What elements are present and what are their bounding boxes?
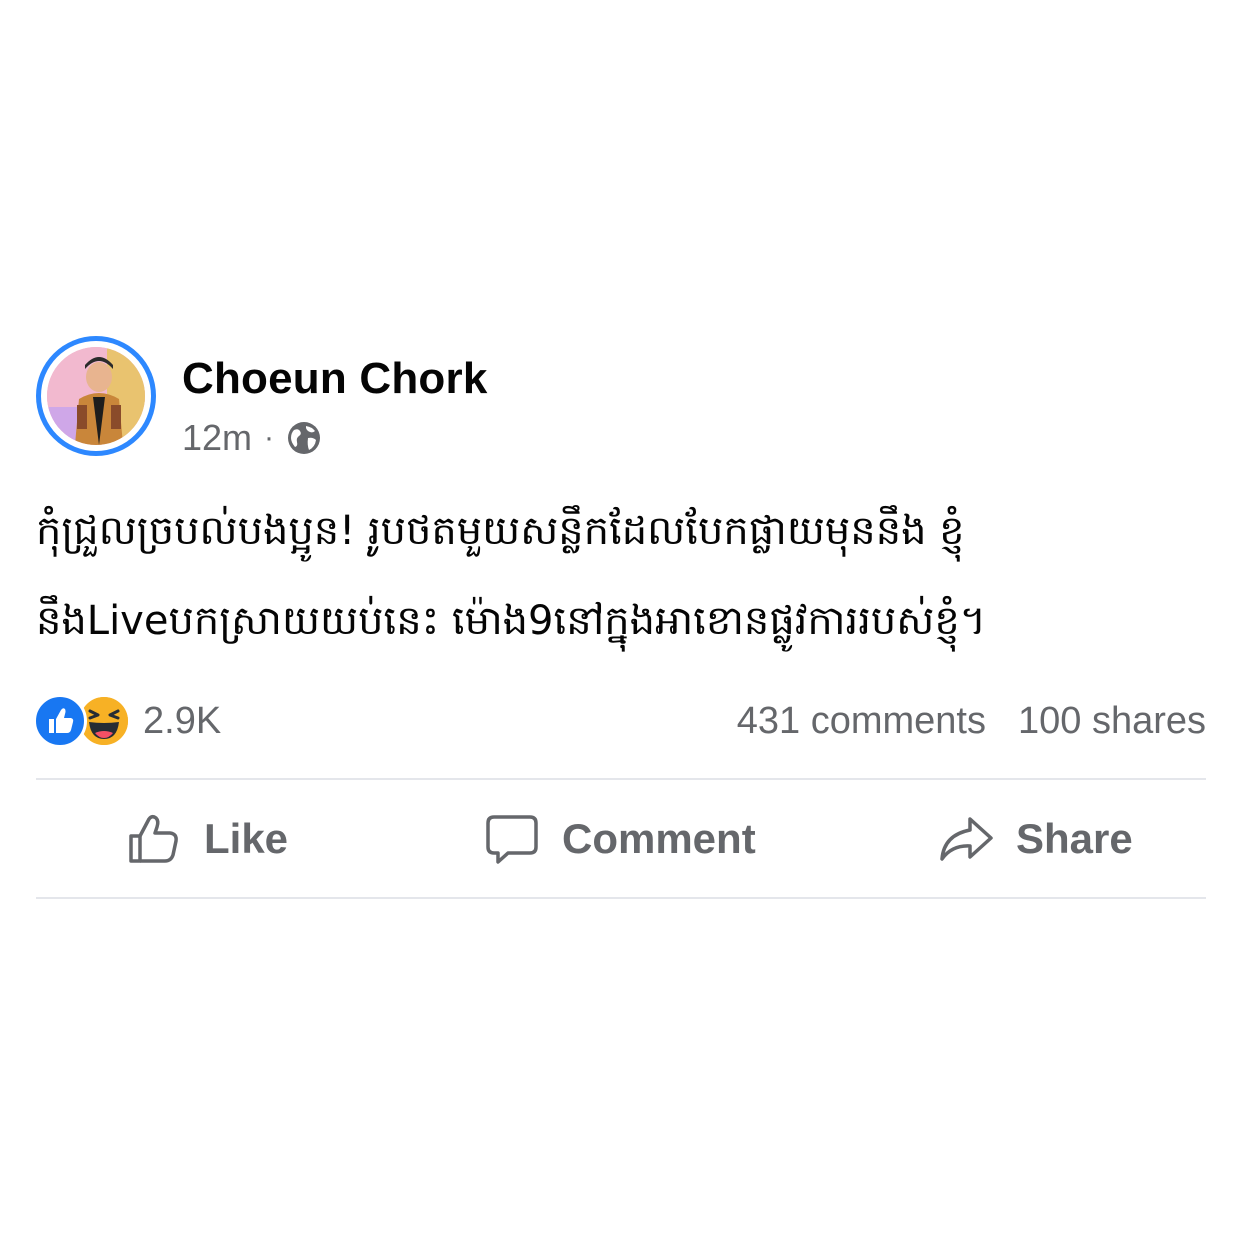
- comment-button[interactable]: Comment: [484, 780, 756, 897]
- facebook-post: Choeun Chork 12m · កុំជ្រួលច្របល់បងប្អូន…: [0, 0, 1242, 1242]
- thumbs-up-icon: [129, 814, 178, 863]
- reactions-summary[interactable]: 2.9K: [33, 694, 222, 748]
- share-arrow-icon: [940, 816, 993, 861]
- avatar-photo: [47, 347, 145, 445]
- post-text: កុំជ្រួលច្របល់បងប្អូន! រូបថតមួយសន្លឹកដែល…: [36, 486, 1206, 666]
- author-name[interactable]: Choeun Chork: [182, 354, 488, 404]
- shares-count[interactable]: 100 shares: [1018, 700, 1206, 743]
- meta-separator: ·: [264, 421, 275, 454]
- like-label: Like: [204, 814, 289, 862]
- divider: [36, 897, 1206, 899]
- post-text-line: នឹងLiveបកស្រាយយប់នេះ ម៉ោង9នៅក្នុងអាខោនផ្…: [36, 598, 987, 644]
- post-header: Choeun Chork 12m ·: [36, 336, 1206, 458]
- avatar[interactable]: [36, 336, 156, 456]
- share-label: Share: [1016, 814, 1133, 862]
- comment-label: Comment: [562, 814, 756, 862]
- person-photo-icon: [47, 347, 145, 445]
- like-button[interactable]: Like: [126, 780, 288, 897]
- share-button[interactable]: Share: [938, 780, 1133, 897]
- engagement-counts: 431 comments 100 shares: [737, 696, 1206, 746]
- reaction-count: 2.9K: [143, 699, 222, 742]
- comments-count[interactable]: 431 comments: [737, 700, 986, 743]
- like-icon: [33, 694, 87, 748]
- comment-bubble-icon: [486, 814, 538, 864]
- post-time[interactable]: 12m: [182, 417, 252, 459]
- globe-icon[interactable]: [286, 420, 322, 456]
- post-stats: 2.9K 431 comments 100 shares: [33, 694, 1206, 748]
- action-bar: Like Comment Share: [36, 780, 1206, 897]
- post-meta: 12m ·: [182, 416, 322, 460]
- post-text-line: កុំជ្រួលច្របល់បងប្អូន! រូបថតមួយសន្លឹកដែល…: [36, 508, 965, 554]
